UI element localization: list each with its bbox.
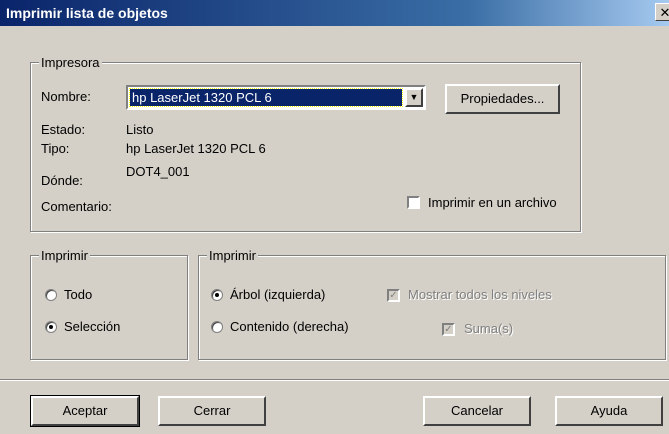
cancel-button[interactable]: Cancelar — [423, 396, 531, 426]
footer-separator — [0, 379, 669, 381]
print-view-legend: Imprimir — [207, 248, 258, 263]
chevron-down-icon[interactable]: ▼ — [405, 88, 423, 107]
sums-label[interactable]: Suma(s) — [464, 321, 513, 336]
comment-label: Comentario: — [41, 199, 112, 214]
radio-dot-icon — [49, 325, 53, 329]
printer-name-select[interactable]: hp LaserJet 1320 PCL 6 ▼ — [126, 85, 426, 110]
type-label: Tipo: — [41, 141, 70, 156]
print-to-file-checkbox[interactable] — [407, 196, 420, 209]
radio-selection-label[interactable]: Selección — [64, 319, 120, 334]
help-button[interactable]: Ayuda — [555, 396, 663, 426]
status-value: Listo — [126, 122, 154, 137]
where-value: DOT4_001 — [126, 164, 190, 179]
properties-button[interactable]: Propiedades... — [445, 84, 560, 114]
sums-checkbox[interactable]: ✓ — [442, 323, 455, 336]
title-bar: Imprimir lista de objetos ✕ — [0, 0, 669, 26]
show-all-levels-checkbox[interactable]: ✓ — [387, 289, 400, 302]
accept-button[interactable]: Aceptar — [30, 395, 140, 427]
window-title: Imprimir lista de objetos — [6, 5, 168, 21]
radio-content[interactable] — [211, 321, 223, 333]
show-all-levels-label[interactable]: Mostrar todos los niveles — [408, 287, 552, 302]
print-range-group: Imprimir — [30, 248, 188, 360]
close-button[interactable]: Cerrar — [158, 396, 266, 426]
radio-content-label[interactable]: Contenido (derecha) — [230, 319, 349, 334]
close-icon: ✕ — [659, 5, 669, 20]
status-label: Estado: — [41, 122, 86, 137]
printer-group-legend: Impresora — [39, 55, 102, 70]
printer-name-value: hp LaserJet 1320 PCL 6 — [129, 88, 403, 107]
type-value: hp LaserJet 1320 PCL 6 — [126, 141, 266, 156]
radio-selection[interactable] — [45, 321, 57, 333]
check-icon: ✓ — [444, 324, 453, 335]
radio-dot-icon — [215, 293, 219, 297]
printer-name-label: Nombre: — [41, 89, 91, 104]
check-icon: ✓ — [389, 290, 398, 301]
radio-tree[interactable] — [211, 289, 223, 301]
where-label: Dónde: — [41, 173, 83, 188]
radio-all-label[interactable]: Todo — [64, 287, 92, 302]
print-to-file-label[interactable]: Imprimir en un archivo — [428, 195, 557, 210]
print-range-legend: Imprimir — [39, 248, 90, 263]
radio-all[interactable] — [45, 289, 57, 301]
radio-tree-label[interactable]: Árbol (izquierda) — [230, 287, 325, 302]
print-view-group: Imprimir — [198, 248, 666, 360]
close-window-button[interactable]: ✕ — [655, 3, 669, 21]
